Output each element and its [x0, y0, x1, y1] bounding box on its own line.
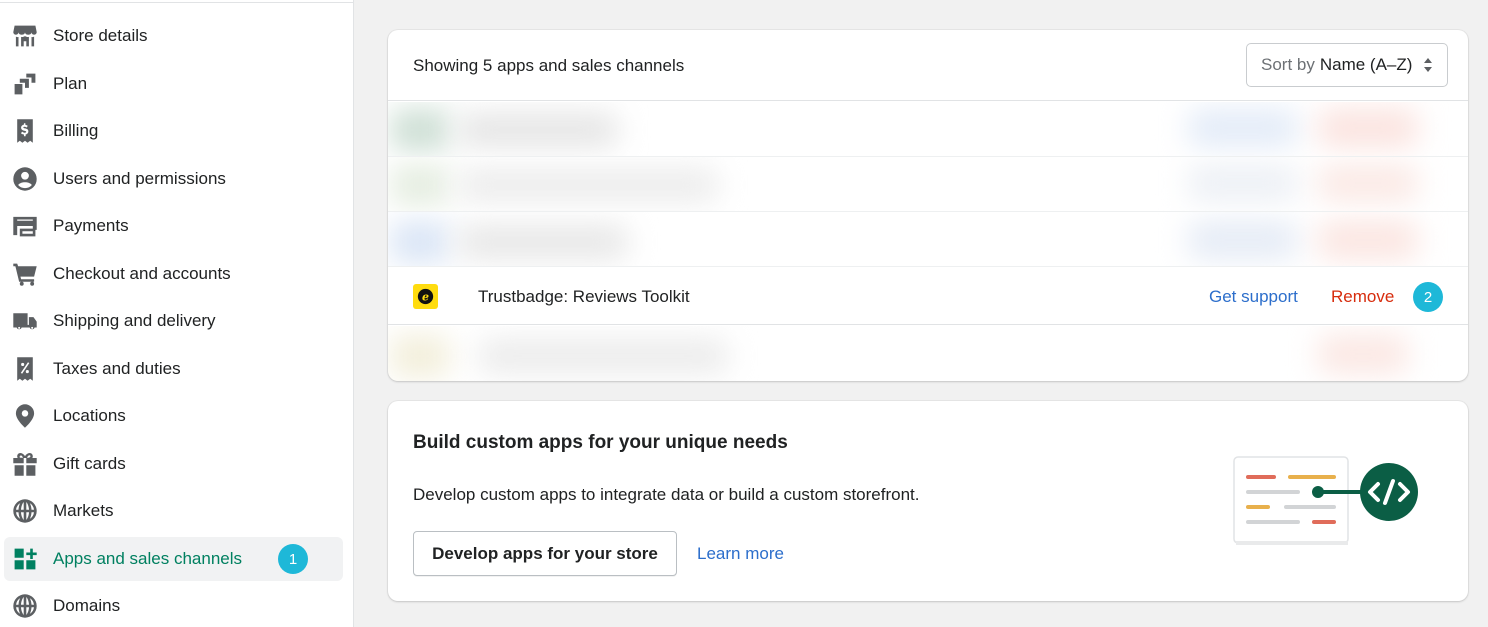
- store-icon: [12, 23, 38, 49]
- sidebar-item-payments[interactable]: Payments: [4, 204, 343, 248]
- sort-select[interactable]: Sort by Name (A–Z): [1246, 43, 1448, 87]
- location-pin-icon: [12, 403, 38, 429]
- sidebar-item-taxes-and-duties[interactable]: Taxes and duties: [4, 347, 343, 391]
- sidebar-item-label: Locations: [53, 406, 126, 425]
- sort-label: Sort by: [1261, 55, 1315, 74]
- blurred-app-row: [388, 212, 1468, 267]
- sidebar-item-plan[interactable]: Plan: [4, 62, 343, 106]
- globe-markets-icon: [12, 498, 38, 524]
- sidebar-item-checkout-and-accounts[interactable]: Checkout and accounts: [4, 252, 343, 296]
- develop-apps-button[interactable]: Develop apps for your store: [413, 531, 677, 576]
- settings-sidebar: Store details Plan Billing Users and per…: [0, 0, 354, 627]
- step-badge: 1: [278, 544, 308, 574]
- get-support-link[interactable]: Get support: [1209, 287, 1298, 307]
- billing-icon: [12, 118, 38, 144]
- sort-arrows-icon: [1424, 58, 1432, 72]
- apps-count-text: Showing 5 apps and sales channels: [413, 56, 685, 75]
- sidebar-item-label: Gift cards: [53, 454, 126, 473]
- sidebar-item-label: Plan: [53, 74, 88, 93]
- sidebar-item-label: Shipping and delivery: [53, 311, 216, 330]
- sidebar-item-label: Domains: [53, 596, 121, 615]
- apps-card-header: Showing 5 apps and sales channels Sort b…: [388, 30, 1468, 101]
- svg-text:e: e: [422, 290, 429, 303]
- globe-icon: [12, 593, 38, 619]
- installed-apps-card: Showing 5 apps and sales channels Sort b…: [388, 30, 1468, 381]
- sidebar-item-markets[interactable]: Markets: [4, 489, 343, 533]
- custom-apps-illustration: [1233, 456, 1418, 545]
- apps-icon: [12, 546, 38, 572]
- custom-apps-card: Build custom apps for your unique needs …: [388, 401, 1468, 601]
- user-icon: [12, 166, 38, 192]
- sidebar-item-label: Billing: [53, 121, 99, 140]
- learn-more-link[interactable]: Learn more: [697, 544, 784, 564]
- sort-value: Name (A–Z): [1319, 55, 1413, 74]
- cart-icon: [12, 261, 38, 287]
- sidebar-item-label: Payments: [53, 216, 129, 235]
- sidebar-item-label: Taxes and duties: [53, 359, 181, 378]
- sidebar-item-label: Store details: [53, 26, 148, 45]
- blurred-app-row: [388, 102, 1468, 157]
- gift-icon: [12, 451, 38, 477]
- tax-icon: [12, 356, 38, 382]
- sidebar-item-domains[interactable]: Domains: [4, 584, 343, 627]
- app-row-trustbadge: e Trustbadge: Reviews Toolkit Get suppor…: [388, 268, 1468, 325]
- payments-icon: [12, 213, 38, 239]
- sidebar-item-label: Apps and sales channels: [53, 549, 243, 568]
- custom-apps-description: Develop custom apps to integrate data or…: [413, 485, 920, 504]
- truck-icon: [12, 308, 38, 334]
- blurred-app-row: [388, 326, 1468, 381]
- sidebar-item-label: Checkout and accounts: [53, 264, 231, 283]
- sidebar-item-locations[interactable]: Locations: [4, 394, 343, 438]
- sidebar-item-billing[interactable]: Billing: [4, 109, 343, 153]
- step-badge: 2: [1413, 282, 1443, 312]
- sidebar-item-users-and-permissions[interactable]: Users and permissions: [4, 157, 343, 201]
- sidebar-top-divider: [0, 0, 354, 3]
- remove-app-link[interactable]: Remove: [1331, 287, 1394, 307]
- sidebar-item-store-details[interactable]: Store details: [4, 14, 343, 58]
- sidebar-item-label: Markets: [53, 501, 114, 520]
- custom-apps-title: Build custom apps for your unique needs: [413, 432, 788, 453]
- app-name: Trustbadge: Reviews Toolkit: [478, 287, 690, 306]
- sidebar-item-shipping-and-delivery[interactable]: Shipping and delivery: [4, 299, 343, 343]
- sidebar-item-label: Users and permissions: [53, 169, 226, 188]
- trustbadge-e-icon: e: [413, 284, 438, 309]
- plan-icon: [12, 71, 38, 97]
- sidebar-item-apps-and-sales-channels[interactable]: Apps and sales channels 1: [4, 537, 343, 581]
- blurred-app-row: [388, 157, 1468, 212]
- sidebar-item-gift-cards[interactable]: Gift cards: [4, 442, 343, 486]
